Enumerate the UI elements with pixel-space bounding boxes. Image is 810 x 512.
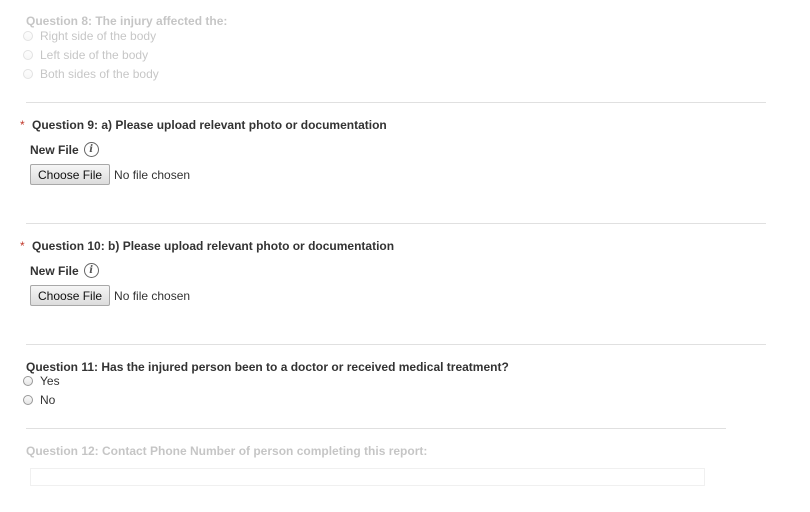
radio-label: Left side of the body bbox=[40, 47, 149, 62]
new-file-label: New File bbox=[30, 263, 79, 278]
radio-option-right-side[interactable]: Right side of the body bbox=[23, 26, 159, 45]
question-11-title: Question 11: Has the injured person been… bbox=[26, 360, 509, 374]
divider bbox=[26, 428, 726, 429]
file-upload-q9: Choose File No file chosen bbox=[30, 164, 190, 185]
radio-option-both-sides[interactable]: Both sides of the body bbox=[23, 64, 159, 83]
question-12-title: Question 12: Contact Phone Number of per… bbox=[26, 444, 428, 458]
question-11-options: Yes No bbox=[23, 371, 60, 409]
file-status: No file chosen bbox=[114, 167, 191, 182]
radio-option-left-side[interactable]: Left side of the body bbox=[23, 45, 159, 64]
radio-button[interactable] bbox=[23, 30, 33, 41]
new-file-label-row: New File i bbox=[30, 142, 99, 157]
required-marker: * bbox=[20, 239, 25, 253]
radio-label: Both sides of the body bbox=[40, 66, 159, 81]
question-9-title: Question 9: a) Please upload relevant ph… bbox=[32, 118, 387, 132]
question-8-options: Right side of the body Left side of the … bbox=[23, 26, 159, 83]
radio-label: Right side of the body bbox=[40, 28, 157, 43]
choose-file-button[interactable]: Choose File bbox=[30, 285, 111, 306]
radio-button[interactable] bbox=[23, 68, 33, 79]
choose-file-button[interactable]: Choose File bbox=[30, 164, 111, 185]
info-icon[interactable]: i bbox=[83, 263, 99, 278]
question-10-title-row: * Question 10: b) Please upload relevant… bbox=[20, 239, 394, 253]
info-icon[interactable]: i bbox=[83, 142, 99, 157]
radio-option-no[interactable]: No bbox=[23, 390, 60, 409]
radio-button[interactable] bbox=[23, 394, 33, 405]
question-10-title: Question 10: b) Please upload relevant p… bbox=[32, 239, 395, 253]
radio-button[interactable] bbox=[23, 375, 33, 386]
new-file-label: New File bbox=[30, 142, 79, 157]
divider bbox=[26, 102, 766, 103]
radio-label: No bbox=[40, 392, 56, 407]
file-upload-q10: Choose File No file chosen bbox=[30, 285, 190, 306]
radio-button[interactable] bbox=[23, 49, 33, 60]
divider bbox=[26, 344, 766, 345]
required-marker: * bbox=[20, 118, 25, 132]
contact-phone-input[interactable] bbox=[30, 468, 705, 486]
divider bbox=[26, 223, 766, 224]
question-9-title-row: * Question 9: a) Please upload relevant … bbox=[20, 118, 387, 132]
file-status: No file chosen bbox=[114, 288, 191, 303]
radio-option-yes[interactable]: Yes bbox=[23, 371, 60, 390]
radio-label: Yes bbox=[40, 373, 60, 388]
new-file-label-row: New File i bbox=[30, 263, 99, 278]
